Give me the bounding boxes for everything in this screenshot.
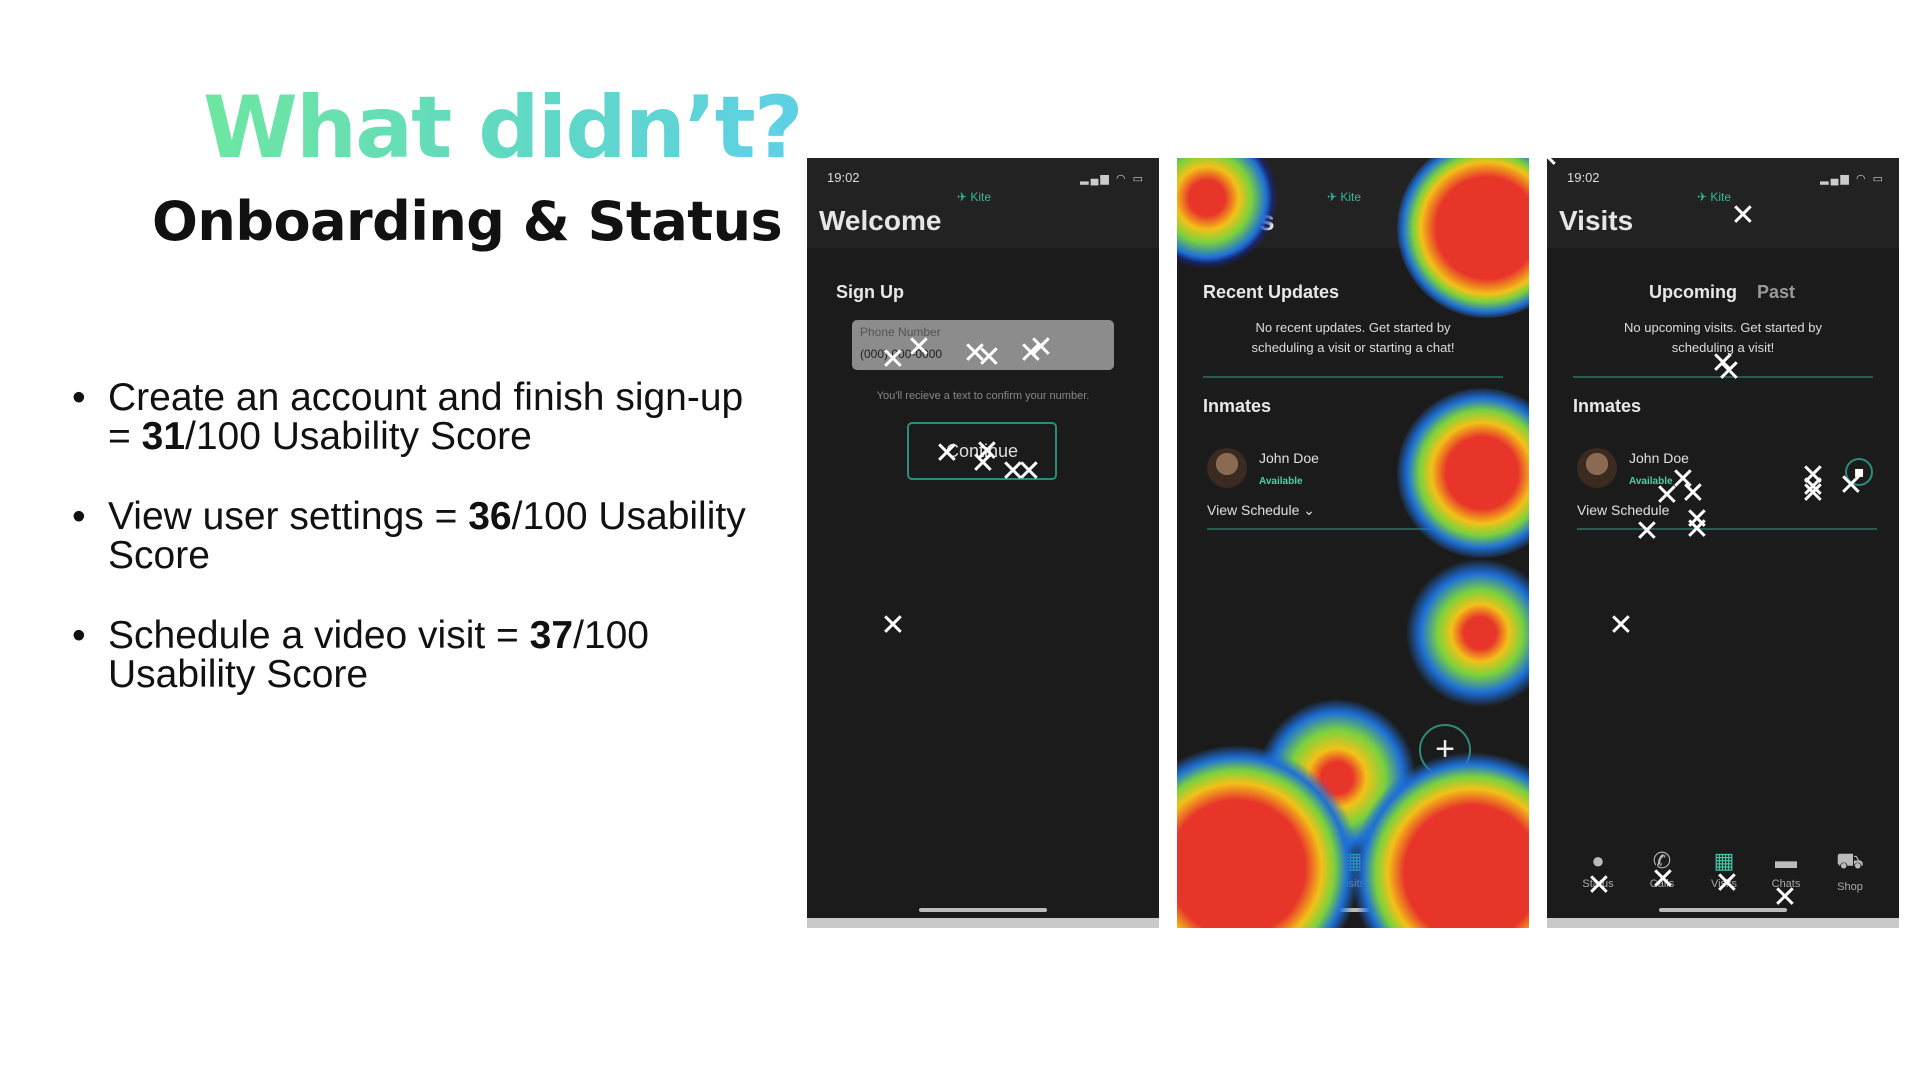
status-time: 19:02 bbox=[1567, 170, 1600, 185]
recent-updates-text: No recent updates. Get started by schedu… bbox=[1251, 320, 1455, 355]
click-mark: ✕ bbox=[1016, 454, 1042, 489]
click-mark: ✕ bbox=[1730, 198, 1756, 233]
phone-visits-screenshot: 19:02 ▂▄▆ ◠ ▭ Visits ✈ Kite Upcoming Pas… bbox=[1547, 158, 1899, 928]
signal-wifi-battery-icon: ▂▄▆ ◠ ▭ bbox=[1820, 173, 1885, 185]
bottom-edge bbox=[1547, 918, 1899, 928]
home-indicator bbox=[1659, 908, 1787, 912]
chat-bubble-icon: ▬ bbox=[1775, 848, 1797, 873]
divider bbox=[1207, 528, 1507, 530]
finding-settings: View user settings = 36/100 Usability Sc… bbox=[70, 497, 770, 575]
kite-logo: ✈ Kite bbox=[957, 190, 992, 204]
inmate-status: Available bbox=[1259, 476, 1303, 487]
slide-subtitle: Onboarding & Status bbox=[152, 190, 783, 253]
kite-logo: ✈ Kite bbox=[1327, 190, 1362, 204]
divider bbox=[1203, 376, 1503, 378]
click-mark: ✕ bbox=[1547, 158, 1562, 173]
signup-heading: Sign Up bbox=[836, 282, 904, 302]
click-mark: ✕ bbox=[906, 330, 932, 365]
click-mark: ✕ bbox=[970, 446, 996, 481]
click-mark: ✕ bbox=[1714, 866, 1740, 901]
tab-upcoming[interactable]: Upcoming bbox=[1649, 282, 1737, 303]
confirm-hint: You'll recieve a text to confirm your nu… bbox=[876, 390, 1090, 402]
click-mark: ✕ bbox=[1772, 880, 1798, 915]
heatmap-hotspot bbox=[1405, 558, 1529, 708]
kite-logo: ✈ Kite bbox=[1697, 190, 1732, 204]
click-mark: ✕ bbox=[1586, 868, 1612, 903]
click-mark: ✕ bbox=[880, 608, 906, 643]
click-mark: ✕ bbox=[1634, 514, 1660, 549]
recent-updates-heading: Recent Updates bbox=[1203, 282, 1340, 302]
tab-visits[interactable]: ▦ Visits bbox=[1327, 848, 1377, 890]
page-title: Visits bbox=[1559, 205, 1634, 236]
click-mark: ✕ bbox=[934, 436, 960, 471]
home-indicator bbox=[919, 908, 1047, 912]
divider bbox=[1577, 528, 1877, 530]
inmate-name: John Doe bbox=[1259, 450, 1319, 466]
bottom-edge bbox=[807, 918, 1159, 928]
click-mark: ✕ bbox=[1028, 330, 1054, 365]
avatar bbox=[1207, 448, 1247, 488]
signal-wifi-battery-icon: ▂▄▆ ◠ ▭ bbox=[1080, 173, 1145, 185]
inmates-heading: Inmates bbox=[1573, 396, 1642, 416]
heatmap-hotspot bbox=[1257, 698, 1417, 858]
click-mark: ✕ bbox=[976, 340, 1002, 375]
tab-past[interactable]: Past bbox=[1757, 282, 1795, 303]
cart-icon: ⛟ bbox=[1836, 848, 1864, 873]
page-title: Welcome bbox=[819, 205, 942, 236]
tab-shop[interactable]: ⛟ Shop bbox=[1825, 848, 1875, 893]
click-mark: ✕ bbox=[1838, 468, 1864, 503]
click-mark: ✕ bbox=[1716, 354, 1742, 389]
finding-signup: Create an account and finish sign-up = 3… bbox=[70, 378, 770, 456]
heatmap-hotspot bbox=[1397, 388, 1529, 558]
findings-list: Create an account and finish sign-up = 3… bbox=[70, 378, 770, 735]
calendar-icon: ▦ bbox=[1341, 848, 1363, 873]
click-mark: ✕ bbox=[1608, 608, 1634, 643]
click-mark: ✕ bbox=[1684, 512, 1710, 547]
phone-status-heatmap: 19:02 Status ✈ Kite Recent Updates No re… bbox=[1177, 158, 1529, 928]
slide-title: What didn’t? bbox=[203, 78, 804, 178]
add-button[interactable]: + bbox=[1419, 724, 1471, 776]
phone-welcome-screenshot: 19:02 ▂▄▆ ◠ ▭ Welcome ✈ Kite Sign Up Pho… bbox=[807, 158, 1159, 928]
avatar bbox=[1577, 448, 1617, 488]
view-schedule-link[interactable]: View Schedule ⌄ bbox=[1207, 502, 1315, 519]
status-time: 19:02 bbox=[1197, 170, 1230, 185]
page-title: Status bbox=[1189, 205, 1275, 236]
heatmap-hotspot bbox=[1177, 718, 1387, 928]
click-mark: ✕ bbox=[1650, 862, 1676, 897]
status-time: 19:02 bbox=[827, 170, 860, 185]
click-mark: ✕ bbox=[1800, 476, 1826, 511]
inmates-heading: Inmates bbox=[1203, 396, 1272, 416]
finding-video-visit: Schedule a video visit = 37/100 Usabilit… bbox=[70, 616, 770, 694]
home-indicator bbox=[1289, 908, 1417, 912]
